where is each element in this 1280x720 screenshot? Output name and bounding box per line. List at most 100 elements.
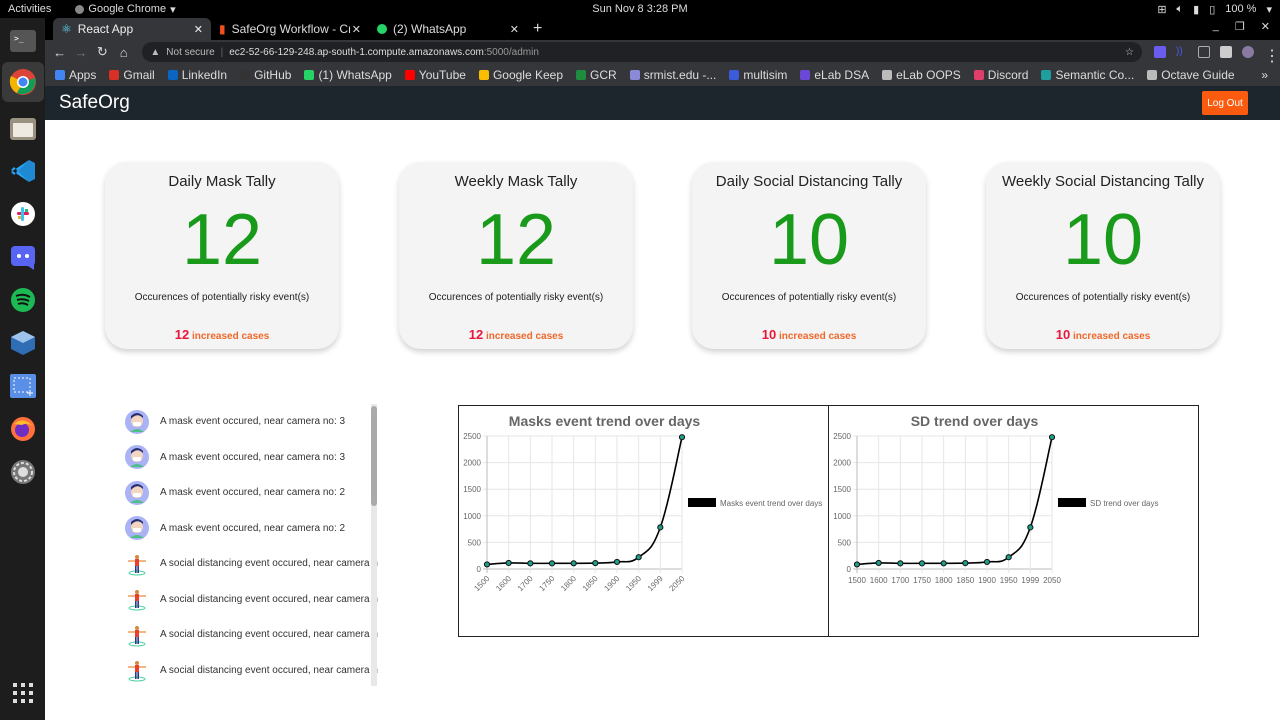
app-menu[interactable]: Google Chrome ▾ [75, 3, 176, 16]
clock[interactable]: Sun Nov 8 3:28 PM [592, 3, 687, 15]
volume-icon: 🔈︎ [1176, 2, 1184, 15]
reload-button[interactable]: ↻ [92, 44, 113, 60]
caret-down-icon: ▾ [170, 3, 176, 16]
card-title: Daily Mask Tally [168, 173, 276, 190]
card-title: Daily Social Distancing Tally [715, 173, 903, 190]
brand-logo[interactable]: SafeOrg [59, 92, 130, 114]
event-item[interactable]: A mask event occured, near camera no: 2 [120, 475, 378, 511]
home-button[interactable]: ⌂ [113, 45, 134, 60]
bookmark-item[interactable]: eLab DSA [800, 68, 869, 82]
event-feed[interactable]: A mask event occured, near camera no: 3 A… [120, 404, 378, 686]
warning-icon: ▲ [150, 46, 161, 58]
bookmark-favicon-icon [973, 70, 984, 80]
increase-count: 12 [468, 327, 484, 342]
bookmark-item[interactable]: Semantic Co... [1041, 68, 1134, 82]
bookmark-item[interactable]: Google Keep [478, 68, 563, 82]
slack-icon [10, 202, 35, 226]
social-distancing-icon [125, 658, 149, 682]
dock-discord[interactable] [6, 240, 40, 274]
close-tab-icon[interactable]: ✕ [194, 23, 203, 36]
card-value: 12 [181, 200, 263, 280]
bookmark-item[interactable]: YouTube [404, 68, 466, 82]
x-tick-label: 1850 [956, 576, 974, 585]
event-item[interactable]: A mask event occured, near camera no: 3 [120, 440, 378, 476]
bookmark-item[interactable]: Octave Guide [1147, 68, 1235, 82]
activities-button[interactable]: Activities [8, 3, 51, 15]
os-top-bar: Activities Google Chrome ▾ Sun Nov 8 3:2… [0, 0, 1280, 18]
bookmark-item[interactable]: srmist.edu -... [629, 68, 716, 82]
logout-button[interactable]: Log Out [1202, 91, 1248, 115]
tab-whatsapp[interactable]: (2) WhatsApp ✕ [369, 18, 527, 40]
event-text: A social distancing event occured, near … [160, 664, 378, 676]
dock-spotify[interactable] [6, 283, 40, 317]
dock-vscode[interactable] [6, 154, 40, 188]
menu-kebab-icon[interactable]: ⋮ [1264, 46, 1280, 65]
forward-button[interactable]: → [70, 45, 91, 60]
event-item[interactable]: A social distancing event occured, near … [120, 546, 378, 582]
minimize-button[interactable]: _ [1213, 20, 1219, 33]
scrollbar-thumb[interactable] [371, 406, 377, 506]
bookmark-item[interactable]: GitHub [240, 68, 291, 82]
event-item[interactable]: A mask event occured, near camera no: 3 [120, 404, 378, 440]
event-item[interactable]: A social distancing event occured, near … [120, 653, 378, 687]
dock-files[interactable] [6, 111, 40, 145]
x-tick-label: 1800 [935, 576, 953, 585]
event-item[interactable]: A mask event occured, near camera no: 2 [120, 511, 378, 547]
settings-icon [10, 460, 35, 484]
bookmark-item[interactable]: (1) WhatsApp [304, 68, 392, 82]
bookmark-item[interactable]: Discord [973, 68, 1029, 82]
tab-react-app[interactable]: ⚛ React App ✕ [53, 18, 211, 40]
extension-audio-icon[interactable]: )) [1176, 46, 1188, 58]
close-tab-icon[interactable]: ✕ [510, 23, 519, 36]
tab-safeorg-workflow[interactable]: ▮ SafeOrg Workflow - Cre ✕ [211, 18, 369, 40]
restore-button[interactable]: ❐ [1235, 20, 1245, 33]
sd-trend-chart: SD trend over days 0 500 1000 1500 2000 2500 15… [828, 405, 1199, 637]
close-tab-icon[interactable]: ✕ [352, 23, 361, 36]
vscode-icon [10, 160, 35, 182]
bookmark-label: (1) WhatsApp [318, 68, 392, 82]
address-bar[interactable]: ▲ Not secure | ec2-52-66-129-248.ap-sout… [142, 42, 1143, 62]
dock-screenshot[interactable] [6, 369, 40, 403]
mic-icon: ▮ [1193, 3, 1200, 16]
extension-grid-icon[interactable] [1198, 46, 1211, 58]
bookmark-label: Discord [987, 68, 1029, 82]
y-tick-label: 500 [468, 538, 482, 547]
dock-settings[interactable] [6, 455, 40, 489]
bookmark-item[interactable]: Apps [55, 68, 96, 82]
bookmark-label: YouTube [418, 68, 466, 82]
dock-chrome[interactable] [1, 62, 44, 102]
bookmark-item[interactable]: eLab OOPS [882, 68, 961, 82]
figma-icon: ▮ [219, 22, 226, 36]
mask-avatar-icon [125, 409, 149, 434]
data-point [962, 559, 969, 567]
dock-firefox[interactable] [6, 412, 40, 446]
increase-label: increased cases [485, 331, 564, 342]
more-bookmarks-button[interactable]: » [1261, 68, 1268, 82]
bookmark-favicon-icon [167, 70, 178, 80]
x-tick-label: 1999 [646, 574, 665, 593]
bookmark-item[interactable]: multisim [729, 68, 787, 82]
series-line [856, 436, 1053, 566]
profile-avatar[interactable] [1242, 46, 1255, 58]
back-button[interactable]: ← [49, 45, 70, 60]
event-item[interactable]: A social distancing event occured, near … [120, 582, 378, 618]
event-item[interactable]: A social distancing event occured, near … [120, 617, 378, 653]
y-tick-label: 1000 [833, 512, 851, 521]
data-point [1005, 554, 1012, 561]
data-point [1027, 524, 1034, 531]
close-window-button[interactable]: ✕ [1261, 20, 1270, 33]
dock-virtualbox[interactable] [6, 326, 40, 360]
event-feed-scrollbar[interactable] [371, 404, 377, 686]
bookmark-item[interactable]: Gmail [109, 68, 155, 82]
system-tray[interactable]: ⊞ 🔈︎ ▮ ▯ 100 % ▾ [1157, 3, 1272, 16]
show-apps-button[interactable] [6, 676, 40, 710]
bookmark-item[interactable]: GCR [576, 68, 617, 82]
dock-slack[interactable] [6, 197, 40, 231]
bookmark-item[interactable]: LinkedIn [167, 68, 227, 82]
new-tab-button[interactable]: + [533, 18, 542, 40]
extension-forms-icon[interactable] [1154, 46, 1167, 58]
bookmark-star-icon[interactable]: ☆ [1125, 47, 1134, 58]
legend-label: SD trend over days [1090, 499, 1158, 508]
extensions-puzzle-icon[interactable] [1220, 46, 1233, 58]
dock-terminal[interactable]: >_ [6, 24, 40, 58]
